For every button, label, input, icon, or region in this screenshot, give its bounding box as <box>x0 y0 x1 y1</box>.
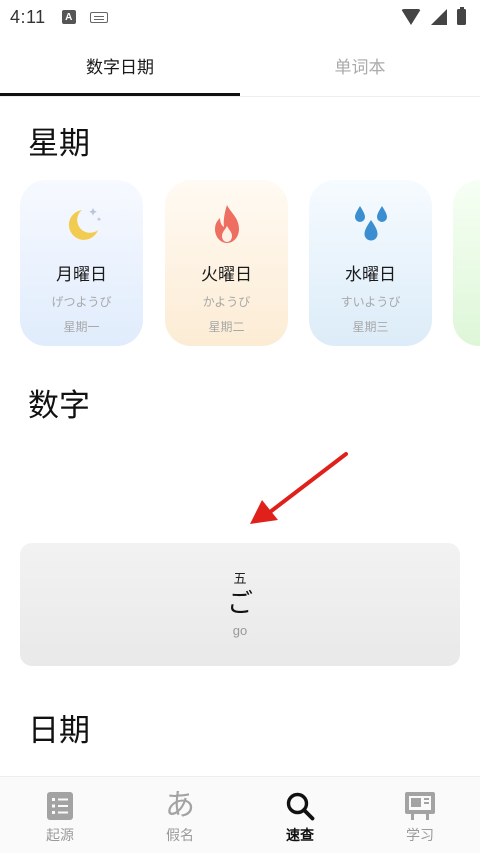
tabs-divider <box>0 96 480 97</box>
number-romaji: go <box>232 623 248 638</box>
weekday-chinese: 星期一 <box>63 320 100 334</box>
nav-label: 速查 <box>286 828 314 844</box>
water-drops-icon <box>349 202 393 246</box>
signal-icon <box>431 9 447 25</box>
red-arrow-annotation <box>250 452 348 524</box>
weekday-chinese: 星期三 <box>352 320 389 334</box>
weekday-card-monday[interactable]: 月曜日 げつようび 星期一 <box>20 180 143 346</box>
number-card[interactable]: 五 ご go <box>20 543 460 666</box>
status-indicators <box>401 7 466 25</box>
wifi-icon <box>401 9 421 25</box>
status-bar: 4:11 A <box>0 0 480 34</box>
tab-vocabulary[interactable]: 单词本 <box>240 34 480 96</box>
fire-icon <box>205 202 249 246</box>
weekday-kana: すいようび <box>340 295 401 309</box>
notification-a-icon: A <box>61 10 76 24</box>
hiragana-a-icon: あ <box>165 788 195 823</box>
weekday-japanese: 水曜日 <box>345 265 396 285</box>
section-title-dates: 日期 <box>28 713 90 749</box>
weekday-card-wednesday[interactable]: 水曜日 すいようび 星期三 <box>309 180 432 346</box>
weekday-japanese: 火曜日 <box>201 265 252 285</box>
list-icon <box>45 791 75 821</box>
weekday-card-tuesday[interactable]: 火曜日 かようび 星期二 <box>165 180 288 346</box>
bottom-nav: 起源 あ 假名 速查 学习 <box>0 776 480 853</box>
weekday-japanese: 月曜日 <box>56 265 107 285</box>
nav-item-quick-search[interactable]: 速查 <box>240 777 360 853</box>
search-icon <box>285 791 315 821</box>
nav-item-study[interactable]: 学习 <box>360 777 480 853</box>
status-time: 4:11 <box>10 6 46 27</box>
weekday-kana: かようび <box>202 295 251 309</box>
section-title-numbers: 数字 <box>28 388 90 424</box>
study-board-icon <box>405 791 435 821</box>
weekday-card-thursday-partial[interactable] <box>453 180 480 346</box>
top-tabs: 数字日期 单词本 <box>0 34 480 96</box>
weekday-carousel[interactable]: 月曜日 げつようび 星期一 火曜日 かようび 星期二 水曜日 すいようび 星期三 <box>20 180 480 346</box>
nav-item-kana[interactable]: あ 假名 <box>120 777 240 853</box>
number-kanji: 五 <box>233 572 247 587</box>
number-kana: ご <box>226 589 253 619</box>
nav-item-origin[interactable]: 起源 <box>0 777 120 853</box>
nav-label: 假名 <box>166 828 194 844</box>
weekday-chinese: 星期二 <box>208 320 245 334</box>
moon-icon <box>60 202 104 246</box>
section-title-weekdays: 星期 <box>28 126 90 162</box>
weekday-kana: げつようび <box>51 295 112 309</box>
nav-label: 学习 <box>406 828 434 844</box>
nav-label: 起源 <box>46 828 74 844</box>
tab-number-date[interactable]: 数字日期 <box>0 34 240 96</box>
keyboard-icon <box>89 11 108 23</box>
battery-icon <box>457 7 466 25</box>
